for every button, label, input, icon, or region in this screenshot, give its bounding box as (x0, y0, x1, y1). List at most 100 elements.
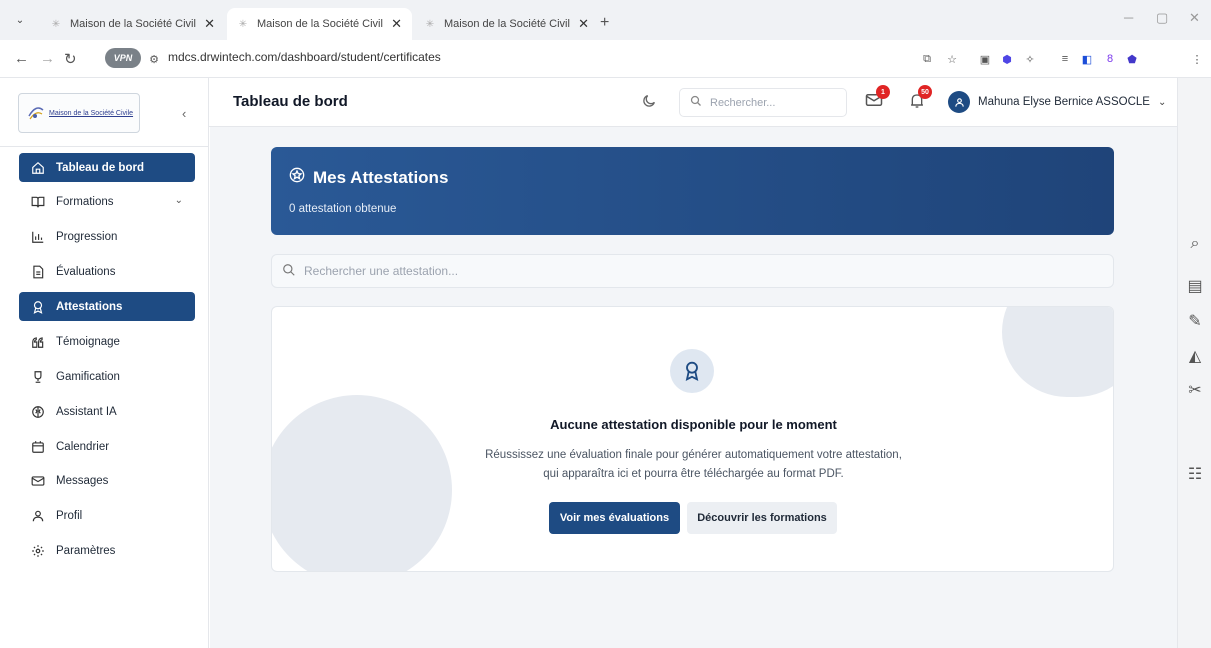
restore-icon[interactable]: ▢ (1156, 10, 1168, 26)
close-tab-icon[interactable]: ✕ (578, 16, 589, 32)
sidebar-item-formations[interactable]: Formations ⌄ (19, 187, 195, 216)
sidebar-item-temoignage[interactable]: Témoignage (19, 327, 195, 356)
sidebar-item-progression[interactable]: Progression (19, 222, 195, 251)
sidebar-item-messages[interactable]: Messages (19, 466, 195, 495)
close-tab-icon[interactable]: ✕ (391, 16, 402, 32)
sidebar-item-label: Messages (56, 474, 109, 487)
page-title: Tableau de bord (233, 93, 348, 110)
tools-icon[interactable]: ✂ (1187, 382, 1203, 399)
browser-tab[interactable]: ✳ Maison de la Société Civile - Pl ✕ (414, 8, 599, 40)
sidebar-item-label: Témoignage (56, 335, 120, 348)
sidebar-item-gamification[interactable]: Gamification (19, 362, 195, 391)
search-icon[interactable]: ⌕ (1187, 235, 1203, 252)
quote-icon (31, 335, 45, 349)
site-info-icon[interactable]: ⚙ (147, 52, 161, 66)
attestation-search-input[interactable]: Rechercher une attestation... (271, 254, 1114, 288)
site-favicon-icon: ✳ (51, 18, 61, 30)
header-search-input[interactable]: Rechercher... (679, 88, 847, 117)
calculator-icon[interactable]: ▤ (1187, 278, 1203, 295)
divider (0, 146, 209, 147)
award-badge-icon (289, 167, 305, 188)
logo-text: Maison de la Société Civile (49, 109, 134, 117)
main-content: Mes Attestations 0 attestation obtenue R… (210, 127, 1177, 648)
gamepad-icon[interactable]: ◭ (1187, 348, 1203, 365)
sidebar-item-label: Tableau de bord (56, 161, 144, 174)
search-icon (690, 95, 702, 110)
banner-title-text: Mes Attestations (313, 167, 449, 187)
chevron-down-icon: ⌄ (174, 195, 183, 206)
browser-tab-active[interactable]: ✳ Maison de la Société Civile - Pl ✕ (227, 8, 412, 40)
forward-icon[interactable]: → (40, 50, 55, 67)
dark-mode-toggle-icon[interactable] (641, 93, 657, 114)
sidebar-item-label: Profil (56, 509, 83, 522)
tab-title: Maison de la Société Civile - Pl (444, 18, 570, 30)
view-evaluations-button[interactable]: Voir mes évaluations (549, 502, 680, 534)
bookmark-star-icon[interactable]: ☆ (945, 52, 959, 66)
award-icon (31, 300, 45, 314)
site-favicon-icon: ✳ (425, 18, 435, 30)
sidebar-item-tableau-de-bord[interactable]: Tableau de bord (19, 153, 195, 182)
sidebar-item-label: Assistant IA (56, 405, 117, 418)
sidebar-item-label: Gamification (56, 370, 120, 383)
url-field[interactable]: mdcs.drwintech.com/dashboard/student/cer… (168, 50, 441, 66)
search-icon (282, 263, 296, 280)
discover-formations-button[interactable]: Découvrir les formations (687, 502, 837, 534)
logo-mark-icon (28, 107, 44, 120)
search-placeholder: Rechercher une attestation... (304, 264, 459, 278)
browser-tab[interactable]: ✳ Maison de la Société Civile - Pl ✕ (40, 8, 225, 40)
close-tab-icon[interactable]: ✕ (204, 16, 215, 32)
award-icon (670, 349, 714, 393)
notification-count-badge: 50 (918, 85, 932, 99)
sidebar-item-parametres[interactable]: Paramètres (19, 536, 195, 565)
minimize-icon[interactable]: ─ (1124, 10, 1133, 25)
notifications-button[interactable]: 50 (909, 85, 932, 115)
back-icon[interactable]: ← (14, 50, 29, 67)
mail-icon (31, 474, 45, 488)
sidebar-item-attestations[interactable]: Attestations (19, 292, 195, 321)
profile-extension-icon[interactable]: 8 (1103, 52, 1117, 66)
browser-tab-bar: ⌄ ✳ Maison de la Société Civile - Pl ✕ ✳… (0, 0, 1211, 40)
sidebar-item-calendrier[interactable]: Calendrier (19, 432, 195, 461)
bar-chart-icon (31, 230, 45, 244)
attestation-count: 0 attestation obtenue (289, 203, 397, 215)
sidebar-item-assistant-ia[interactable]: Assistant IA (19, 397, 195, 426)
collapse-sidebar-icon[interactable]: ‹ (182, 106, 186, 121)
search-placeholder: Rechercher... (710, 96, 776, 109)
bell-icon (909, 94, 925, 114)
attestations-banner: Mes Attestations 0 attestation obtenue (271, 147, 1114, 235)
messages-button[interactable]: 1 (865, 85, 890, 113)
close-window-icon[interactable]: ✕ (1189, 10, 1200, 26)
security-extension-icon[interactable]: ⬟ (1125, 52, 1139, 66)
install-app-icon[interactable]: ⧉ (920, 52, 934, 66)
empty-state-description: Réussissez une évaluation finale pour gé… (485, 449, 902, 480)
shield-extension-icon[interactable]: ⬢ (1000, 52, 1014, 66)
reading-list-icon[interactable]: ≡ (1058, 52, 1072, 66)
extension-icon[interactable]: ▣ (978, 52, 992, 66)
home-icon (31, 161, 45, 175)
sidebar-item-evaluations[interactable]: Évaluations (19, 257, 195, 286)
sidebar-item-label: Formations (56, 195, 114, 208)
sidebar-item-label: Calendrier (56, 440, 110, 453)
book-icon (31, 195, 45, 209)
app-logo[interactable]: Maison de la Société Civile (18, 93, 140, 133)
edit-icon[interactable]: ✎ (1187, 313, 1203, 330)
sliders-icon[interactable]: ☷ (1187, 466, 1203, 483)
tab-title: Maison de la Société Civile - Pl (257, 18, 383, 30)
sidebar-toggle-icon[interactable]: ◧ (1080, 52, 1094, 66)
banner-title: Mes Attestations (289, 167, 448, 188)
avatar (948, 91, 970, 113)
user-menu[interactable]: Mahuna Elyse Bernice ASSOCLE ⌄ (948, 91, 1166, 113)
browser-menu-icon[interactable]: ⋮ (1190, 52, 1204, 66)
settings-icon (31, 544, 45, 558)
reload-icon[interactable]: ↻ (64, 50, 77, 68)
chevron-down-icon: ⌄ (1157, 96, 1167, 108)
sidebar-item-profil[interactable]: Profil (19, 501, 195, 530)
app-header: Tableau de bord Rechercher... 1 50 Mahun… (209, 78, 1177, 127)
puzzle-extension-icon[interactable]: ✧ (1023, 52, 1037, 66)
user-icon (31, 509, 45, 523)
tab-search-button[interactable]: ⌄ (10, 10, 30, 30)
tab-title: Maison de la Société Civile - Pl (70, 18, 196, 30)
new-tab-button[interactable]: + (600, 14, 609, 32)
vpn-badge[interactable]: VPN (105, 48, 141, 68)
mail-count-badge: 1 (876, 85, 890, 99)
